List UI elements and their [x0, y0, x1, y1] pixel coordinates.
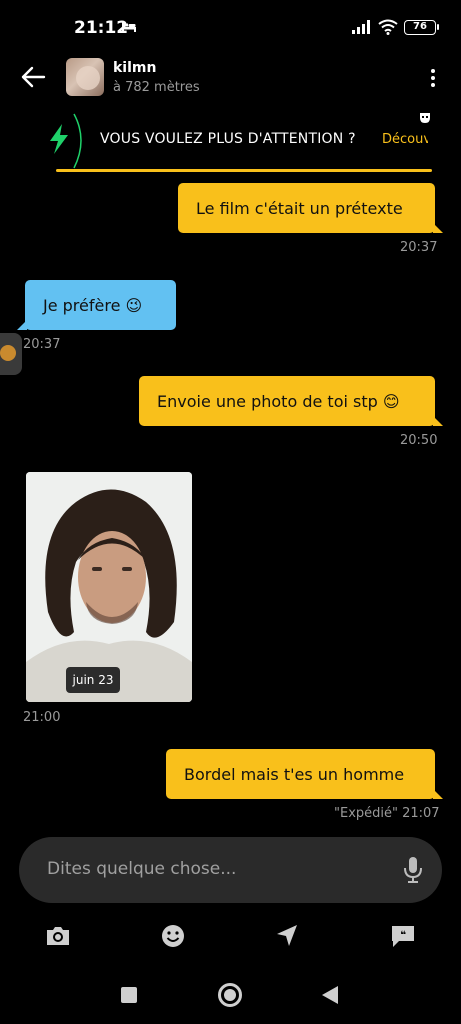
message-bubble-sent[interactable]: Bordel mais t'es un homme	[166, 749, 443, 799]
profile-avatar[interactable]	[66, 58, 104, 96]
promo-cta-link[interactable]: Découvrir	[382, 132, 428, 147]
message-text: Je préfère 😉	[43, 295, 143, 315]
status-bar: 21:12 76	[0, 0, 461, 58]
promo-underline	[56, 169, 432, 172]
message-bubble-received[interactable]: Je préfère 😉	[17, 280, 176, 330]
message-input[interactable]: Dites quelque chose...	[19, 837, 442, 903]
status-time: 21:12	[74, 18, 129, 38]
chat-toolbar: ❝	[0, 922, 461, 952]
home-button[interactable]	[218, 983, 242, 1007]
message-text: Envoie une photo de toi stp 😊	[157, 391, 400, 411]
emoji-icon[interactable]	[159, 922, 187, 950]
svg-text:❝: ❝	[400, 930, 406, 941]
input-placeholder: Dites quelque chose...	[47, 859, 237, 879]
message-timestamp: 20:37	[400, 240, 438, 255]
quick-reply-icon[interactable]: ❝	[389, 922, 417, 950]
battery-icon: 76	[404, 20, 439, 35]
message-text: Le film c'était un prétexte	[196, 198, 403, 218]
more-vertical-icon[interactable]	[424, 66, 442, 92]
mask-icon	[420, 113, 430, 123]
profile-name[interactable]: kilmn	[113, 60, 156, 76]
back-button[interactable]	[322, 986, 338, 1004]
promo-text: VOUS VOULEZ PLUS D'ATTENTION ?	[100, 131, 356, 147]
back-arrow-icon[interactable]	[20, 64, 46, 90]
message-timestamp: 21:00	[23, 710, 61, 725]
recents-button[interactable]	[121, 987, 137, 1003]
bed-icon	[122, 22, 136, 32]
message-status-timestamp: "Expédié" 21:07	[334, 806, 440, 821]
promo-banner[interactable]: VOUS VOULEZ PLUS D'ATTENTION ? Découvrir	[28, 112, 433, 172]
message-bubble-sent[interactable]: Envoie une photo de toi stp 😊	[139, 376, 443, 426]
profile-distance: à 782 mètres	[113, 80, 200, 95]
microphone-icon[interactable]	[403, 856, 423, 884]
chat-header: kilmn à 782 mètres	[0, 56, 461, 100]
system-nav-bar	[0, 980, 461, 1012]
photo-date-badge: juin 23	[66, 667, 120, 693]
message-bubble-sent[interactable]: Le film c'était un prétexte	[178, 183, 443, 233]
signal-icon	[352, 20, 370, 34]
message-text: Bordel mais t'es un homme	[184, 764, 405, 784]
wifi-icon	[378, 19, 398, 35]
lightning-bolt-icon	[50, 124, 68, 154]
location-icon[interactable]	[273, 922, 301, 950]
message-timestamp: 20:50	[400, 433, 438, 448]
message-timestamp: 20:37	[23, 337, 61, 352]
sender-avatar[interactable]	[0, 333, 22, 375]
camera-icon[interactable]	[44, 922, 72, 950]
